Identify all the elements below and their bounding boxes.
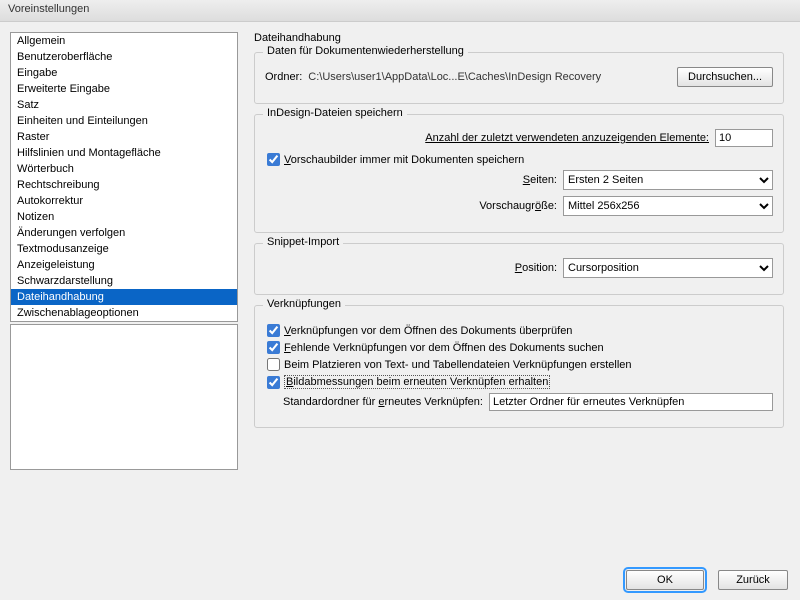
- window-title: Voreinstellungen: [8, 3, 89, 15]
- links-check2[interactable]: [267, 341, 280, 354]
- sidebar-item-4[interactable]: Satz: [11, 97, 237, 113]
- group-links-legend: Verknüpfungen: [263, 298, 345, 310]
- recovery-folder-label: Ordner:: [265, 71, 302, 83]
- preview-checkbox[interactable]: [267, 153, 280, 166]
- group-links: Verknüpfungen Verknüpfungen vor dem Öffn…: [254, 305, 784, 428]
- relink-folder-label: Standardordner für erneutes Verknüpfen:: [283, 396, 483, 408]
- sidebar-item-1[interactable]: Benutzeroberfläche: [11, 49, 237, 65]
- preview-checkbox-label: Vorschaubilder immer mit Dokumenten spei…: [284, 154, 524, 166]
- content-area: AllgemeinBenutzeroberflächeEingabeErweit…: [0, 22, 800, 560]
- sidebar-item-6[interactable]: Raster: [11, 129, 237, 145]
- category-list[interactable]: AllgemeinBenutzeroberflächeEingabeErweit…: [10, 32, 238, 322]
- sidebar-item-3[interactable]: Erweiterte Eingabe: [11, 81, 237, 97]
- recent-count-input[interactable]: [715, 129, 773, 147]
- links-check3-label: Beim Platzieren von Text- und Tabellenda…: [284, 359, 632, 371]
- description-box: [10, 324, 238, 470]
- sidebar-item-11[interactable]: Notizen: [11, 209, 237, 225]
- sidebar-item-17[interactable]: Zwischenablageoptionen: [11, 305, 237, 321]
- sidebar-item-14[interactable]: Anzeigeleistung: [11, 257, 237, 273]
- sidebar-item-12[interactable]: Änderungen verfolgen: [11, 225, 237, 241]
- page-title: Dateihandhabung: [254, 32, 784, 44]
- preferences-window: Voreinstellungen AllgemeinBenutzeroberfl…: [0, 0, 800, 600]
- group-snippet: Snippet-Import Position: Cursorposition: [254, 243, 784, 295]
- previewsize-select[interactable]: Mittel 256x256: [563, 196, 773, 216]
- previewsize-label: Vorschaugröße:: [479, 200, 557, 212]
- links-check4-label: Bildabmessungen beim erneuten Verknüpfen…: [284, 375, 550, 389]
- links-check1-label: Verknüpfungen vor dem Öffnen des Dokumen…: [284, 325, 572, 337]
- main-panel: Dateihandhabung Daten für Dokumentenwied…: [248, 32, 790, 560]
- group-recovery-legend: Daten für Dokumentenwiederherstellung: [263, 45, 468, 57]
- sidebar-item-13[interactable]: Textmodusanzeige: [11, 241, 237, 257]
- pages-label: Seiten:: [523, 174, 557, 186]
- cancel-button[interactable]: Zurück: [718, 570, 788, 590]
- sidebar-item-5[interactable]: Einheiten und Einteilungen: [11, 113, 237, 129]
- relink-folder-input[interactable]: [489, 393, 773, 411]
- ok-button[interactable]: OK: [626, 570, 704, 590]
- sidebar: AllgemeinBenutzeroberflächeEingabeErweit…: [10, 32, 238, 560]
- group-snippet-legend: Snippet-Import: [263, 236, 343, 248]
- group-recovery: Daten für Dokumentenwiederherstellung Or…: [254, 52, 784, 104]
- pages-select[interactable]: Ersten 2 Seiten: [563, 170, 773, 190]
- recent-label: Anzahl der zuletzt verwendeten anzuzeige…: [425, 132, 709, 144]
- recovery-folder-path: C:\Users\user1\AppData\Loc...E\Caches\In…: [308, 71, 601, 83]
- sidebar-item-15[interactable]: Schwarzdarstellung: [11, 273, 237, 289]
- snippet-pos-select[interactable]: Cursorposition: [563, 258, 773, 278]
- window-titlebar: Voreinstellungen: [0, 0, 800, 22]
- links-check2-label: Fehlende Verknüpfungen vor dem Öffnen de…: [284, 342, 604, 354]
- snippet-pos-label: Position:: [515, 262, 557, 274]
- group-save-legend: InDesign-Dateien speichern: [263, 107, 407, 119]
- sidebar-item-0[interactable]: Allgemein: [11, 33, 237, 49]
- links-check4[interactable]: [267, 376, 280, 389]
- group-save: InDesign-Dateien speichern Anzahl der zu…: [254, 114, 784, 233]
- sidebar-item-10[interactable]: Autokorrektur: [11, 193, 237, 209]
- links-check1[interactable]: [267, 324, 280, 337]
- links-check3[interactable]: [267, 358, 280, 371]
- sidebar-item-16[interactable]: Dateihandhabung: [11, 289, 237, 305]
- sidebar-item-9[interactable]: Rechtschreibung: [11, 177, 237, 193]
- sidebar-item-2[interactable]: Eingabe: [11, 65, 237, 81]
- dialog-footer: OK Zurück: [0, 560, 800, 600]
- browse-button[interactable]: Durchsuchen...: [677, 67, 773, 87]
- sidebar-item-7[interactable]: Hilfslinien und Montagefläche: [11, 145, 237, 161]
- sidebar-item-8[interactable]: Wörterbuch: [11, 161, 237, 177]
